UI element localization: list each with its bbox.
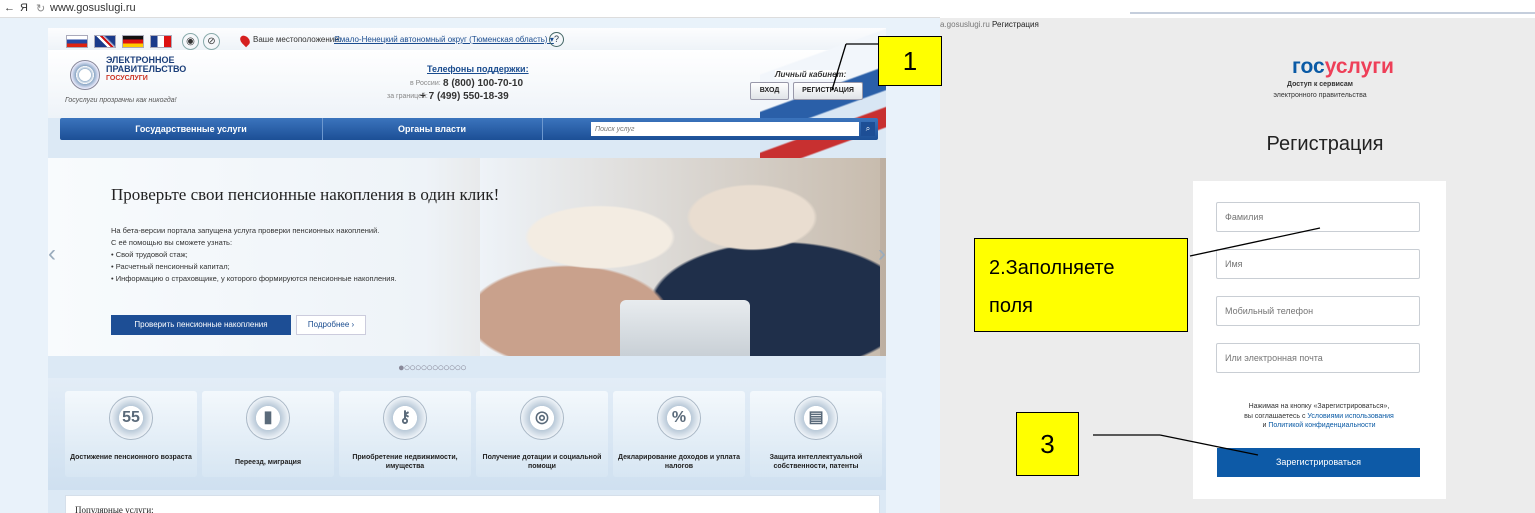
callout-2-line bbox=[1189, 227, 1321, 257]
callout-step-2-line: 2.Заполняете bbox=[989, 257, 1115, 279]
callout-step-1: 1 bbox=[878, 36, 942, 86]
callout-step-2: 2.Заполняете поля bbox=[974, 238, 1188, 332]
callout-step-3: 3 bbox=[1016, 412, 1079, 476]
annotation-lines bbox=[831, 43, 1321, 456]
callout-step-2-line: поля bbox=[989, 295, 1034, 317]
callout-3-line bbox=[1159, 434, 1259, 456]
callout-1-line bbox=[831, 43, 847, 91]
screenshot-root: ← Я ↻ www.gosuslugi.ru ◉ ⊘ Ваше местопол… bbox=[0, 0, 1535, 513]
